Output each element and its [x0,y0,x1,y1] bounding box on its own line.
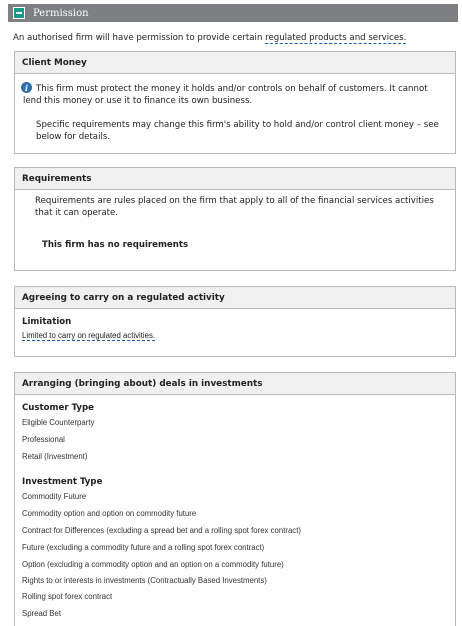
intro-text: An authorised firm will have permission … [13,33,407,44]
client-money-text-3: Specific requirements may change this fi… [36,120,439,130]
list-item: Retail (Investment) [22,452,88,461]
list-item: Contract for Differences (excluding a sp… [22,526,301,535]
requirements-text-2: that it can operate. [35,208,119,218]
arranging-panel: Arranging (bringing about) deals in inve… [14,372,456,626]
list-item: Professional [22,435,65,444]
limitation-link[interactable]: Limited to carry on regulated activities… [22,331,156,341]
minus-icon[interactable] [13,7,25,19]
limitation-heading: Limitation [22,317,72,327]
info-icon: i [21,82,32,93]
client-money-text-2: lend this money or use it to finance its… [23,96,253,106]
customer-type-heading: Customer Type [22,403,94,413]
section-title: Permission [33,7,89,19]
panel-title: Arranging (bringing about) deals in inve… [15,373,455,395]
investment-type-heading: Investment Type [22,477,103,487]
panel-title: Client Money [15,52,455,74]
requirements-text-1: Requirements are rules placed on the fir… [35,196,434,206]
list-item: Spread Bet [22,609,62,618]
agreeing-panel: Agreeing to carry on a regulated activit… [14,286,456,357]
client-money-text-4: below for details. [36,132,111,142]
panel-title: Requirements [15,168,455,190]
list-item: Future (excluding a commodity future and… [22,543,265,552]
no-requirements-text: This firm has no requirements [42,240,189,250]
intro-text-body: An authorised firm will have permission … [13,33,266,43]
list-item: Rolling spot forex contract [22,592,113,601]
client-money-text-1: This firm must protect the money it hold… [36,84,428,94]
client-money-panel: Client Money i This firm must protect th… [14,51,456,154]
list-item: Commodity Future [22,492,87,501]
list-item: Eligible Counterparty [22,418,95,427]
list-item: Commodity option and option on commodity… [22,509,197,518]
requirements-panel: Requirements Requirements are rules plac… [14,167,456,271]
permission-section-header[interactable]: Permission [8,4,458,22]
panel-title: Agreeing to carry on a regulated activit… [15,287,455,309]
list-item: Option (excluding a commodity option and… [22,560,284,569]
regulated-products-link[interactable]: regulated products and services. [265,33,407,44]
list-item: Rights to or interests in investments (C… [22,576,267,585]
